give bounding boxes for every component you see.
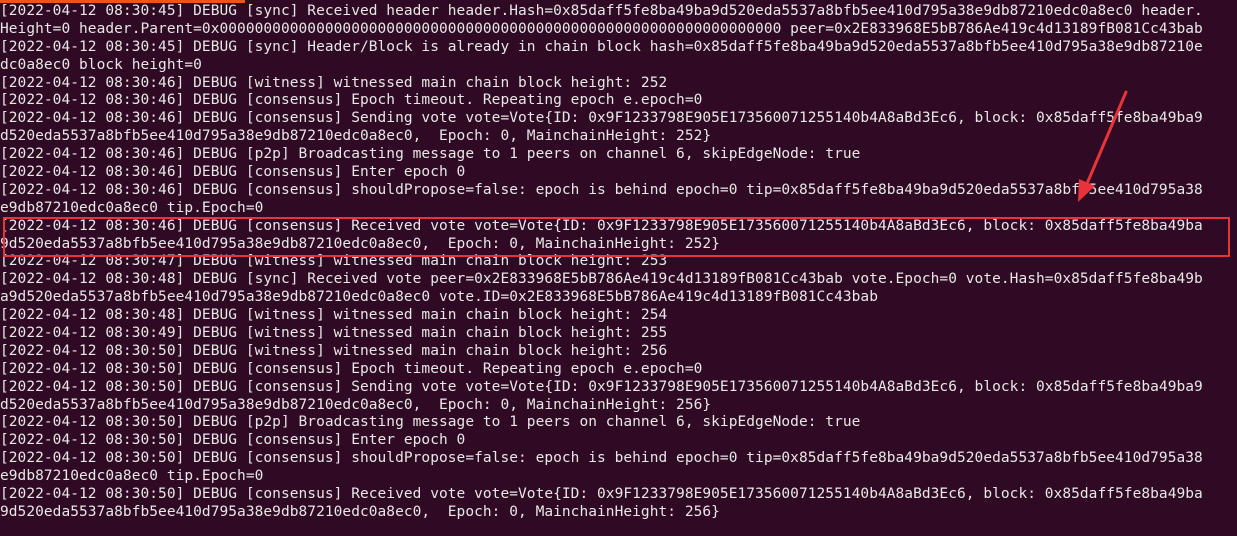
log-line: [2022-04-12 08:30:48] DEBUG [sync] Recei… [0, 271, 1203, 288]
log-line: Height=0 header.Parent=0x000000000000000… [0, 20, 1203, 37]
log-line: [2022-04-12 08:30:46] DEBUG [consensus] … [0, 92, 703, 109]
log-line: [2022-04-12 08:30:50] DEBUG [consensus] … [0, 360, 703, 377]
log-line-highlighted: 9d520eda5537a8bfb5ee410d795a38e9db87210e… [0, 235, 720, 252]
log-line: d520eda5537a8bfb5ee410d795a38e9db87210ed… [0, 128, 712, 145]
log-output: [2022-04-12 08:30:45] DEBUG [sync] Recei… [0, 3, 1237, 522]
log-line: [2022-04-12 08:30:47] DEBUG [witness] wi… [0, 253, 668, 270]
log-line: [2022-04-12 08:30:46] DEBUG [witness] wi… [0, 74, 668, 91]
log-line: [2022-04-12 08:30:45] DEBUG [sync] Heade… [0, 38, 1203, 55]
log-line: [2022-04-12 08:30:50] DEBUG [p2p] Broadc… [0, 414, 861, 431]
log-line: [2022-04-12 08:30:46] DEBUG [consensus] … [0, 110, 1203, 127]
log-line: [2022-04-12 08:30:50] DEBUG [consensus] … [0, 432, 466, 449]
log-line: dc0a8ec0 block height=0 [0, 56, 202, 73]
log-line: [2022-04-12 08:30:50] DEBUG [consensus] … [0, 378, 1203, 395]
log-line: a9d520eda5537a8bfb5ee410d795a38e9db87210… [0, 289, 878, 306]
log-line: d520eda5537a8bfb5ee410d795a38e9db87210ed… [0, 396, 712, 413]
log-line: e9db87210edc0a8ec0 tip.Epoch=0 [0, 468, 264, 485]
log-line: [2022-04-12 08:30:50] DEBUG [consensus] … [0, 450, 1203, 467]
log-line: [2022-04-12 08:30:48] DEBUG [witness] wi… [0, 307, 668, 324]
log-line: [2022-04-12 08:30:46] DEBUG [consensus] … [0, 164, 466, 181]
log-line: [2022-04-12 08:30:45] DEBUG [sync] Recei… [0, 3, 1203, 19]
log-line: [2022-04-12 08:30:46] DEBUG [consensus] … [0, 181, 1203, 198]
log-line-highlighted: [2022-04-12 08:30:46] DEBUG [consensus] … [0, 217, 1203, 234]
log-line: [2022-04-12 08:30:50] DEBUG [witness] wi… [0, 342, 668, 359]
log-line: [2022-04-12 08:30:49] DEBUG [witness] wi… [0, 325, 668, 342]
log-line: 9d520eda5537a8bfb5ee410d795a38e9db87210e… [0, 503, 720, 520]
terminal-window[interactable]: [2022-04-12 08:30:45] DEBUG [sync] Recei… [0, 0, 1237, 536]
log-line: [2022-04-12 08:30:46] DEBUG [p2p] Broadc… [0, 146, 861, 163]
log-line: [2022-04-12 08:30:50] DEBUG [consensus] … [0, 486, 1203, 503]
log-line: e9db87210edc0a8ec0 tip.Epoch=0 [0, 199, 264, 216]
